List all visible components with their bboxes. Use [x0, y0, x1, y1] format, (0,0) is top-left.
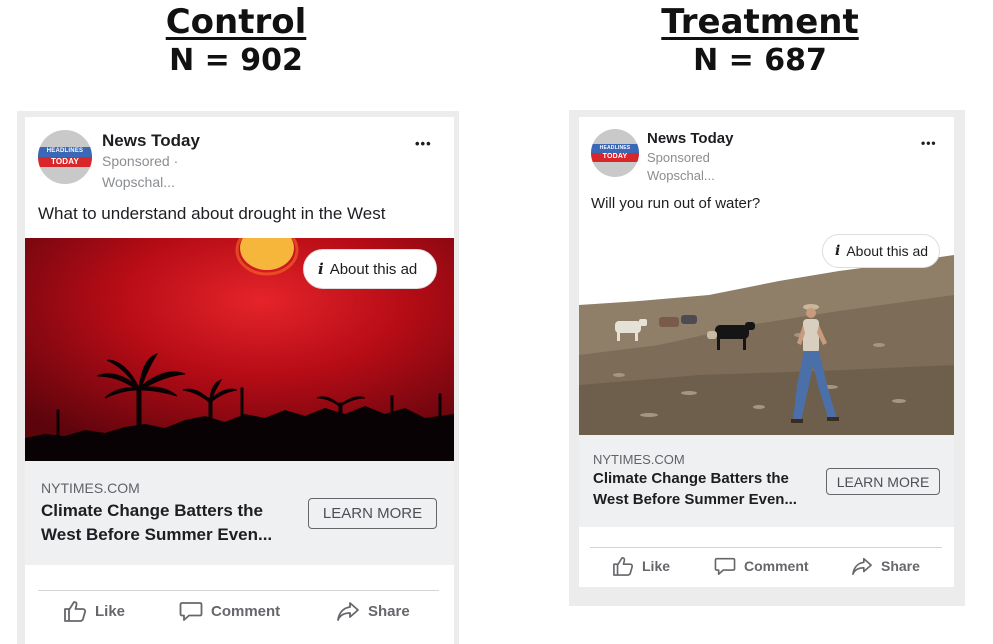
treatment-primary-text: Will you run out of water?: [591, 195, 761, 212]
treatment-comment-button[interactable]: Comment: [714, 556, 809, 576]
control-title: Control: [165, 2, 307, 42]
control-learn-more-button[interactable]: LEARN MORE: [308, 498, 437, 529]
treatment-share-button[interactable]: Share: [851, 556, 920, 576]
control-thumbs-up-icon: [64, 601, 87, 622]
treatment-page-name[interactable]: News Today: [647, 130, 733, 147]
control-sample-size: N = 902: [169, 43, 303, 78]
treatment-more-options-button[interactable]: •••: [921, 136, 937, 150]
treatment-speech-bubble-icon: [714, 557, 736, 575]
control-heading-block: Control N = 902: [136, 2, 336, 80]
control-paid-by-label: Wopschal...: [102, 174, 175, 190]
treatment-about-this-ad-label: About this ad: [846, 243, 929, 259]
treatment-share-arrow-icon: [852, 557, 872, 575]
control-sponsored-label: Sponsored ·: [102, 153, 179, 169]
control-actions-divider: [38, 590, 439, 591]
treatment-thumbs-up-icon: [613, 557, 634, 576]
control-share-button[interactable]: Share: [336, 600, 410, 622]
treatment-link-preview[interactable]: NYTIMES.COM Climate Change Batters the W…: [579, 435, 954, 527]
treatment-headline-line-2: West Before Summer Even...: [593, 491, 797, 508]
treatment-info-icon: i: [835, 243, 841, 259]
treatment-link-domain: NYTIMES.COM: [593, 452, 685, 467]
control-page-avatar[interactable]: HEADLINES TODAY: [38, 130, 92, 184]
treatment-title: Treatment: [661, 2, 859, 42]
treatment-ad-card: HEADLINES TODAY News Today Sponsored Wop…: [579, 117, 954, 587]
treatment-actions-divider: [590, 547, 942, 548]
control-primary-text: What to understand about drought in the …: [38, 204, 386, 223]
control-comment-button[interactable]: Comment: [179, 600, 280, 622]
control-about-this-ad-label: About this ad: [329, 260, 418, 278]
control-more-options-button[interactable]: •••: [415, 136, 432, 151]
treatment-sample-size: N = 687: [693, 43, 827, 78]
treatment-avatar-logo-bottom: TODAY: [602, 153, 628, 160]
control-like-label: Like: [95, 602, 126, 620]
treatment-learn-more-button[interactable]: LEARN MORE: [826, 468, 940, 495]
control-comment-label: Comment: [211, 602, 281, 620]
treatment-headline-line-1: Climate Change Batters the: [593, 470, 789, 487]
control-like-button[interactable]: Like: [63, 600, 125, 622]
control-ad-card: HEADLINES TODAY News Today Sponsored · W…: [25, 117, 454, 644]
treatment-avatar-logo-top: HEADLINES: [599, 145, 631, 151]
control-headline-line-1: Climate Change Batters the: [41, 501, 263, 520]
control-avatar-logo-top: HEADLINES: [46, 148, 84, 154]
treatment-about-this-ad-button[interactable]: i About this ad: [822, 234, 940, 268]
treatment-like-label: Like: [642, 558, 671, 574]
treatment-paid-by-label: Wopschal...: [647, 168, 715, 183]
control-share-label: Share: [368, 602, 410, 620]
treatment-comment-label: Comment: [744, 558, 809, 574]
control-page-name[interactable]: News Today: [102, 131, 200, 151]
treatment-heading-block: Treatment N = 687: [660, 2, 860, 80]
treatment-sponsored-label: Sponsored: [647, 150, 710, 165]
treatment-ad-image[interactable]: i About this ad: [579, 225, 954, 435]
control-speech-bubble-icon: [179, 602, 203, 621]
control-ad-image[interactable]: i About this ad: [25, 238, 454, 461]
treatment-page-avatar[interactable]: HEADLINES TODAY: [591, 129, 639, 177]
control-info-icon: i: [318, 260, 324, 278]
control-link-domain: NYTIMES.COM: [41, 480, 140, 496]
control-avatar-logo-bottom: TODAY: [50, 157, 80, 166]
control-headline-line-2: West Before Summer Even...: [41, 525, 273, 544]
control-link-preview[interactable]: NYTIMES.COM Climate Change Batters the W…: [25, 461, 454, 565]
treatment-share-label: Share: [881, 558, 920, 574]
control-about-this-ad-button[interactable]: i About this ad: [303, 249, 437, 289]
treatment-like-button[interactable]: Like: [612, 556, 670, 576]
control-share-arrow-icon: [337, 602, 359, 621]
